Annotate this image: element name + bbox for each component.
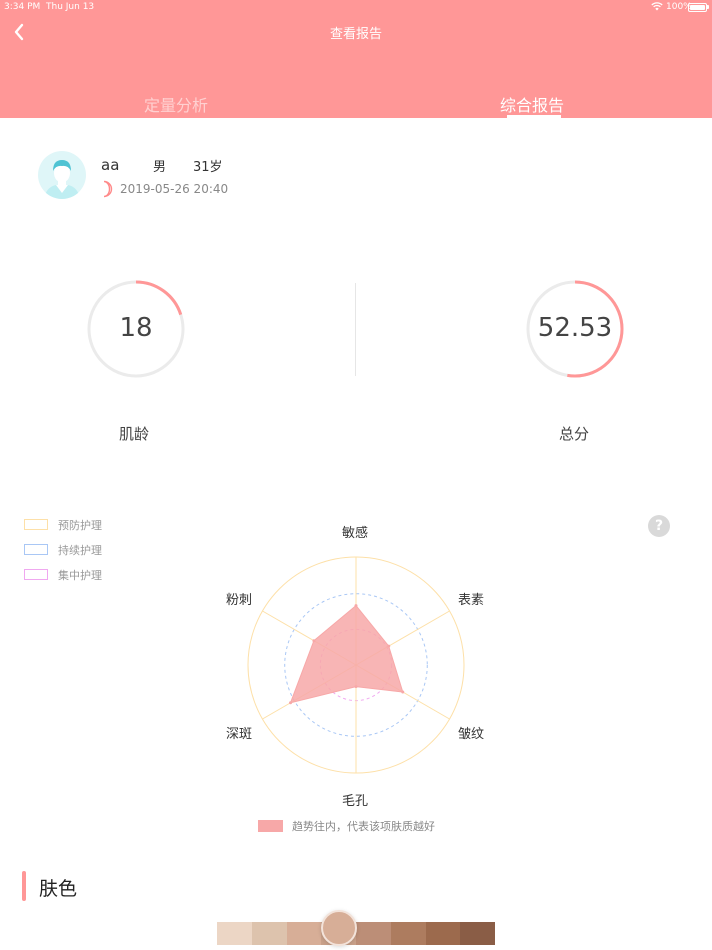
legend-label-intensive: 集中护理 xyxy=(58,569,102,582)
score-divider xyxy=(355,283,356,376)
status-bar: 3:34 PM Thu Jun 13 100% xyxy=(0,0,712,14)
user-gender: 男 xyxy=(153,160,167,175)
battery-icon xyxy=(688,3,707,12)
help-icon[interactable]: ? xyxy=(648,515,670,537)
tab-quantitative-analysis[interactable]: 定量分析 xyxy=(144,92,208,116)
radar-axis-label: 皱纹 xyxy=(458,727,485,742)
user-age: 31岁 xyxy=(193,160,223,175)
trend-swatch xyxy=(258,820,283,832)
skin-age-value: 18 xyxy=(119,313,153,343)
moon-icon xyxy=(103,180,113,198)
avatar xyxy=(38,151,86,199)
legend-swatch-continuous xyxy=(24,544,48,555)
radar-point-0 xyxy=(354,604,358,608)
skin-age-gauge: 18 xyxy=(85,278,187,380)
battery-nub xyxy=(707,5,709,9)
radar-axis-label: 深斑 xyxy=(225,727,252,742)
legend-swatch-intensive xyxy=(24,569,48,580)
legend-label-prevention: 预防护理 xyxy=(58,519,102,532)
tone-cell xyxy=(217,922,252,945)
status-day: Thu Jun 13 xyxy=(46,2,95,12)
wifi-icon xyxy=(651,2,663,11)
radar-point-1 xyxy=(387,644,391,648)
status-time: 3:34 PM xyxy=(4,2,41,12)
tone-cell xyxy=(390,922,426,945)
report-datetime: 2019-05-26 20:40 xyxy=(120,182,229,196)
tone-cell xyxy=(251,922,287,945)
tone-cell xyxy=(356,922,391,945)
page-title: 查看报告 xyxy=(329,27,382,42)
radar-axis-label: 敏感 xyxy=(342,526,369,541)
tone-cell xyxy=(286,922,322,945)
tab-comprehensive-report[interactable]: 综合报告 xyxy=(500,92,564,116)
radar-axis-label: 毛孔 xyxy=(342,794,369,809)
total-score-gauge: 52.53 xyxy=(524,278,626,380)
radar-point-5 xyxy=(312,639,316,643)
section-accent-bar xyxy=(22,871,26,901)
user-name: aa xyxy=(101,156,120,174)
legend-swatch-prevention xyxy=(24,519,48,530)
total-score-value: 52.53 xyxy=(537,313,613,343)
trend-note: 趋势往内，代表该项肤质越好 xyxy=(292,820,435,833)
user-silhouette-icon xyxy=(44,160,80,199)
header-bar: 3:34 PM Thu Jun 13 100% 查看报告 定量分析 综合报告 xyxy=(0,0,712,118)
tone-cell xyxy=(425,922,461,945)
radar-point-2 xyxy=(401,690,405,694)
legend-label-continuous: 持续护理 xyxy=(58,544,102,557)
radar-chart: 敏感表素皱纹毛孔 深斑 粉刺 xyxy=(200,520,512,810)
radar-axis-label: 表素 xyxy=(458,593,485,608)
radar-series-0 xyxy=(289,604,404,704)
total-score-label: 总分 xyxy=(559,425,590,443)
skin-tone-indicator[interactable] xyxy=(321,910,357,946)
section-title-skin-tone: 肤色 xyxy=(39,878,78,900)
radar-axis-label: 粉刺 xyxy=(225,593,252,608)
radar-point-3 xyxy=(354,685,358,689)
tone-cell xyxy=(460,922,495,945)
radar-point-4 xyxy=(289,701,293,705)
active-tab-indicator xyxy=(507,115,561,118)
skin-age-label: 肌龄 xyxy=(119,425,150,443)
